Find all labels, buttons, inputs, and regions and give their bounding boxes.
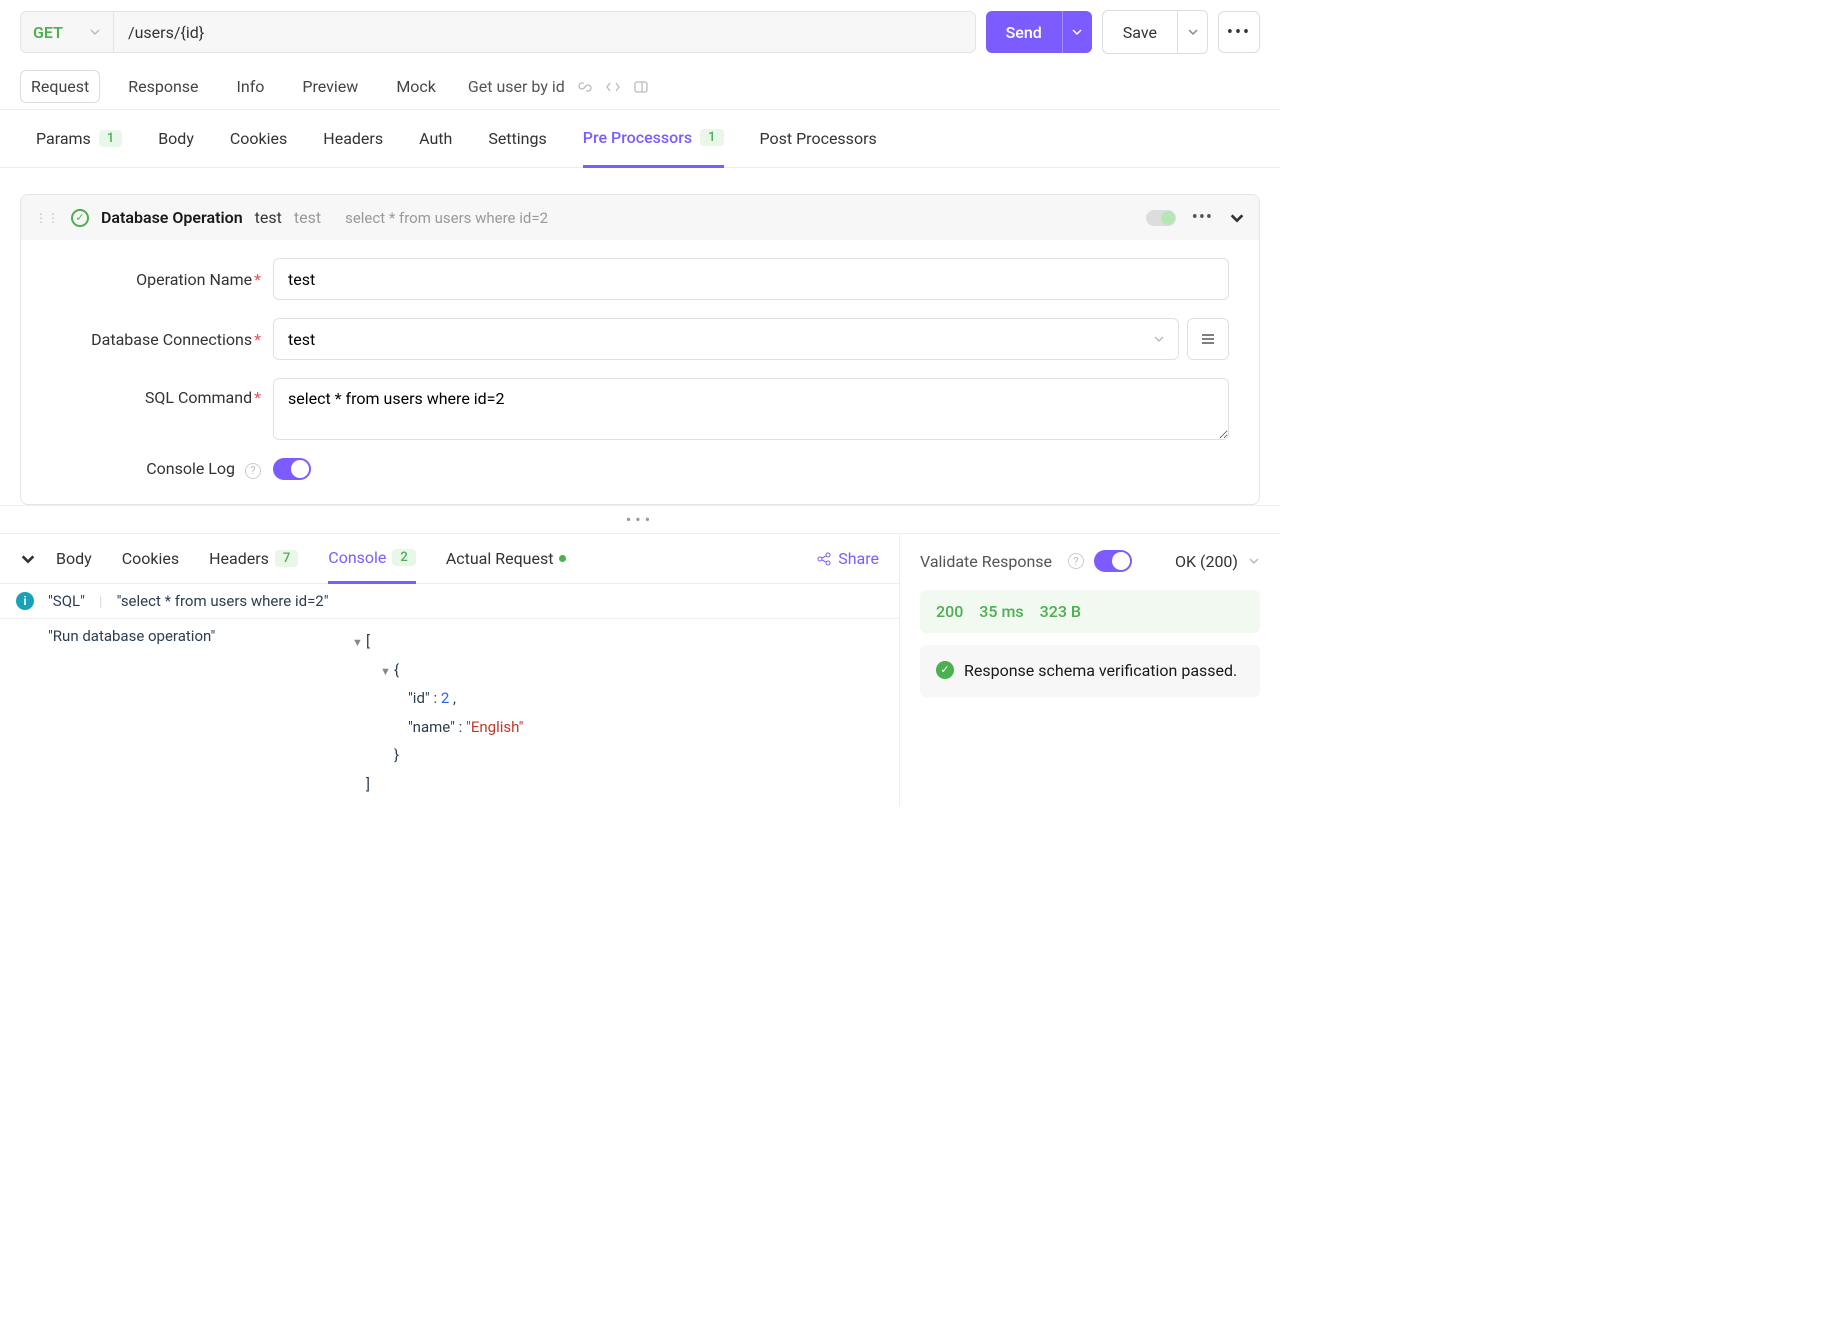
help-icon[interactable]: ? — [245, 463, 261, 479]
subtab-params[interactable]: Params 1 — [36, 110, 122, 167]
status-dot-icon — [559, 555, 566, 562]
validate-label: Validate Response — [920, 552, 1052, 571]
check-icon: ✓ — [936, 661, 954, 679]
check-icon: ✓ — [71, 209, 89, 227]
processor-desc: select * from users where id=2 — [345, 209, 548, 227]
panel-resize-handle[interactable]: ••• — [0, 505, 1280, 533]
subtab-post-processors[interactable]: Post Processors — [760, 110, 877, 167]
doc-title: Get user by id — [468, 77, 565, 96]
tree-toggle-icon[interactable]: ▼ — [380, 662, 394, 683]
resptab-actual[interactable]: Actual Request — [446, 535, 567, 582]
tab-request[interactable]: Request — [20, 70, 100, 103]
processor-title: Database Operation — [101, 208, 243, 227]
processor-name-light: test — [294, 208, 321, 227]
response-stats: 200 35 ms 323 B — [920, 590, 1260, 633]
subtab-auth[interactable]: Auth — [419, 110, 452, 167]
code-icon[interactable] — [605, 79, 621, 95]
sql-command-textarea[interactable]: select * from users where id=2 — [273, 378, 1229, 440]
more-button[interactable]: ••• — [1218, 11, 1260, 53]
validate-toggle[interactable] — [1094, 550, 1132, 572]
processor-more-icon[interactable]: ••• — [1192, 207, 1213, 228]
help-icon[interactable]: ? — [1068, 553, 1084, 569]
console-log-label: Console Log ? — [51, 459, 261, 479]
send-dropdown[interactable] — [1062, 11, 1092, 53]
schema-msg: Response schema verification passed. — [964, 659, 1237, 683]
save-button[interactable]: Save — [1102, 10, 1208, 54]
resptab-headers[interactable]: Headers 7 — [209, 535, 298, 582]
link-icon[interactable] — [577, 79, 593, 95]
status-time: 35 ms — [979, 602, 1023, 621]
status-size: 323 B — [1040, 602, 1081, 621]
http-method-label: GET — [33, 23, 63, 42]
tab-mock[interactable]: Mock — [386, 71, 446, 102]
resptab-body[interactable]: Body — [56, 535, 92, 582]
http-method-select[interactable]: GET — [20, 11, 114, 53]
save-button-label: Save — [1103, 11, 1177, 53]
send-button[interactable]: Send — [986, 11, 1092, 53]
chevron-down-icon — [1153, 333, 1165, 345]
operation-name-input[interactable] — [273, 258, 1229, 300]
url-input[interactable] — [114, 11, 976, 53]
console-sql: "select * from users where id=2" — [117, 592, 329, 610]
send-button-label: Send — [986, 11, 1062, 53]
console-count-badge: 2 — [392, 549, 415, 566]
operation-name-label: Operation Name* — [51, 270, 261, 289]
console-json-output: ▼[ ▼{ "id" : 2 , "name" : "English" } ] — [352, 627, 523, 798]
console-tag: "SQL" — [48, 592, 85, 610]
tab-preview[interactable]: Preview — [292, 71, 368, 102]
status-code: 200 — [936, 602, 963, 621]
info-icon: i — [16, 592, 34, 610]
processor-collapse-icon[interactable] — [1229, 210, 1245, 226]
subtab-cookies[interactable]: Cookies — [230, 110, 287, 167]
panel-icon[interactable] — [633, 79, 649, 95]
chevron-down-icon — [89, 26, 101, 38]
tree-toggle-icon[interactable]: ▼ — [352, 633, 366, 654]
processor-name: test — [255, 208, 282, 227]
subtab-pre-processors[interactable]: Pre Processors 1 — [583, 110, 724, 168]
resptab-cookies[interactable]: Cookies — [122, 535, 179, 582]
db-connections-select[interactable] — [273, 318, 1179, 360]
subtab-settings[interactable]: Settings — [488, 110, 546, 167]
tab-response[interactable]: Response — [118, 71, 208, 102]
resptab-console[interactable]: Console 2 — [328, 534, 416, 584]
tab-info[interactable]: Info — [227, 71, 275, 102]
menu-icon — [1200, 331, 1216, 347]
chevron-down-icon[interactable] — [1248, 555, 1260, 567]
share-icon — [816, 551, 832, 567]
headers-count-badge: 7 — [275, 550, 298, 567]
processor-enable-toggle[interactable] — [1146, 210, 1176, 226]
sql-command-label: SQL Command* — [51, 378, 261, 407]
console-run-msg: "Run database operation" — [48, 627, 215, 645]
share-link[interactable]: Share — [816, 549, 879, 568]
drag-icon[interactable]: ⋮⋮ — [35, 211, 59, 225]
db-list-button[interactable] — [1187, 318, 1229, 360]
pre-badge: 1 — [700, 129, 723, 146]
dots-icon: ••• — [1227, 22, 1251, 43]
subtab-body[interactable]: Body — [158, 110, 194, 167]
db-connections-label: Database Connections* — [51, 330, 261, 349]
response-collapse-icon[interactable] — [20, 537, 36, 581]
save-dropdown[interactable] — [1177, 11, 1207, 53]
schema-verification: ✓ Response schema verification passed. — [920, 645, 1260, 697]
subtab-headers[interactable]: Headers — [323, 110, 383, 167]
params-badge: 1 — [99, 130, 122, 147]
status-text[interactable]: OK (200) — [1175, 552, 1238, 571]
processor-block: ⋮⋮ ✓ Database Operation test test select… — [20, 194, 1260, 505]
console-log-toggle[interactable] — [273, 458, 311, 480]
